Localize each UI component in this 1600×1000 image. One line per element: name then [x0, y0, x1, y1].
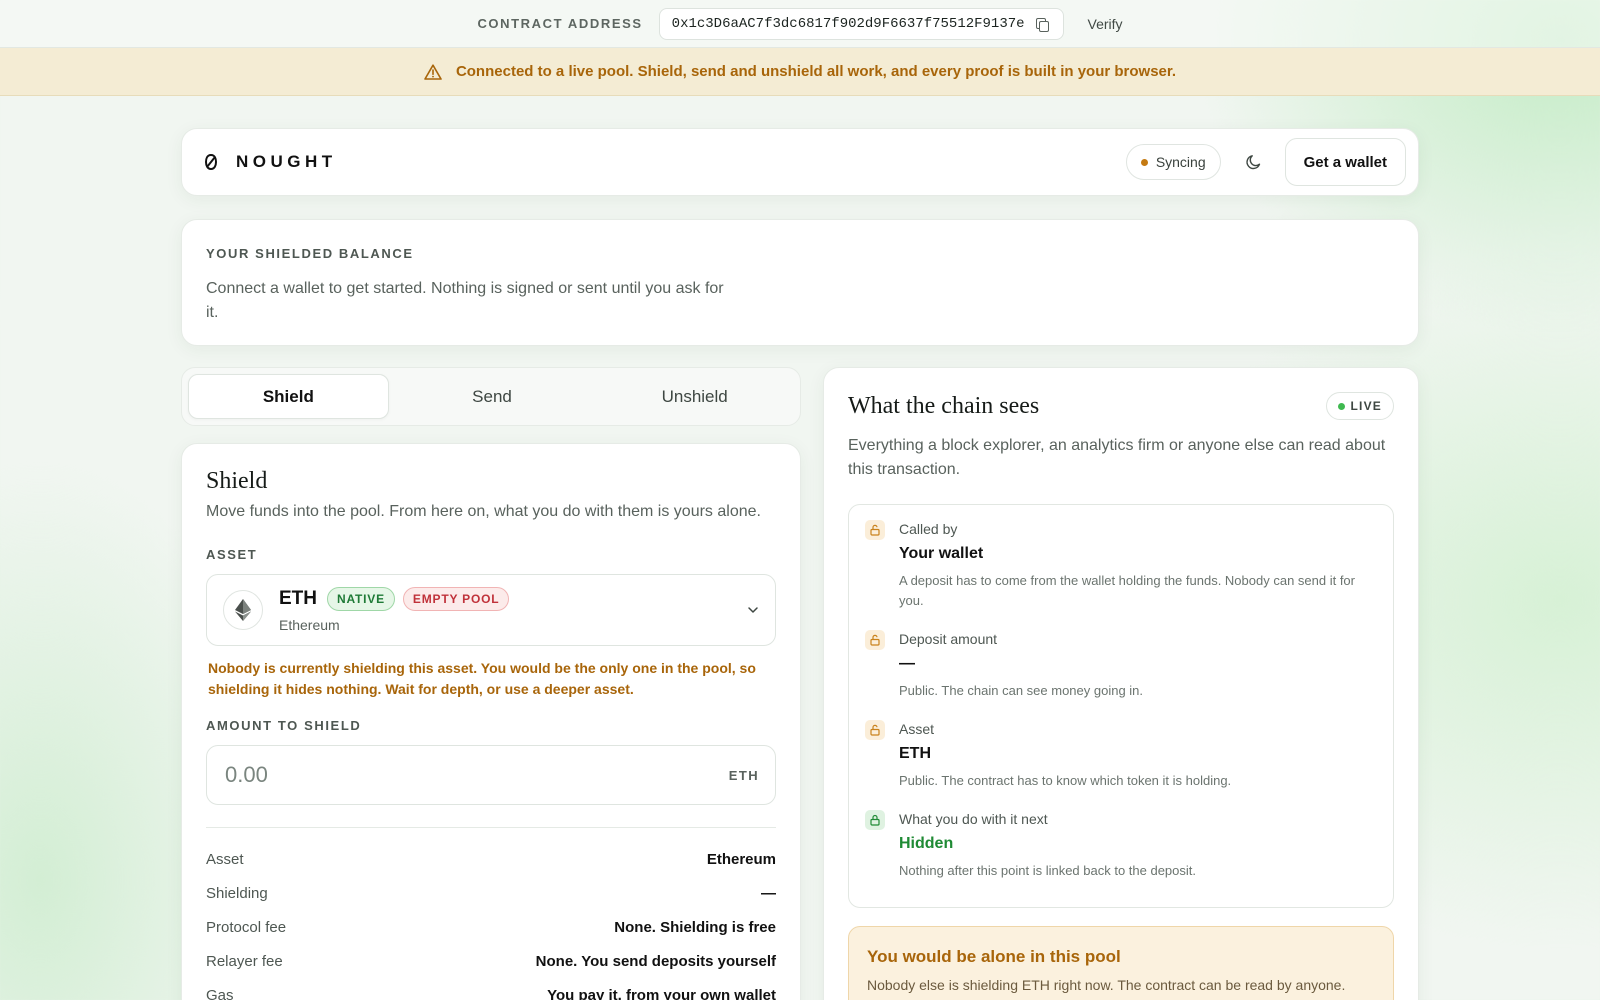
contract-address-label: CONTRACT ADDRESS	[477, 16, 643, 31]
brand-name[interactable]: NOUGHT	[236, 152, 337, 172]
summary-value: None. You send deposits yourself	[535, 952, 776, 970]
summary-row: Relayer fee None. You send deposits your…	[206, 944, 776, 978]
fact-key: Called by	[899, 521, 958, 537]
chain-title: What the chain sees	[848, 392, 1040, 419]
summary-key: Protocol fee	[206, 918, 287, 936]
tab-send[interactable]: Send	[393, 374, 592, 419]
tab-shield[interactable]: Shield	[188, 374, 389, 419]
warning-icon	[424, 63, 442, 80]
sync-status-label: Syncing	[1155, 154, 1206, 170]
asset-label: ASSET	[206, 547, 258, 562]
contract-address-field[interactable]: 0x1c3D6aAC7f3dc6817f902d9F6637f75512F913…	[658, 7, 1064, 40]
fact-value: ETH	[899, 745, 931, 762]
banner-text: Connected to a live pool. Shield, send a…	[455, 63, 1177, 80]
fact-row: What you do with it next Hidden Nothing …	[865, 810, 1377, 881]
amount-input[interactable]	[225, 762, 729, 788]
app-header: NOUGHT Syncing Get a wallet	[181, 128, 1419, 196]
chain-visibility-panel: What the chain sees LIVE Everything a bl…	[823, 367, 1419, 1000]
chevron-down-icon[interactable]	[747, 604, 759, 616]
fact-value: Your wallet	[899, 545, 984, 562]
summary-key: Asset	[206, 850, 244, 868]
chain-facts: Called by Your wallet A deposit has to c…	[848, 504, 1394, 908]
summary-value: —	[761, 884, 776, 902]
unlocked-icon	[865, 630, 885, 650]
live-dot	[1337, 402, 1345, 410]
fact-key: What you do with it next	[899, 811, 1048, 827]
summary-value: Ethereum	[706, 850, 776, 868]
alone-title: You would be alone in this pool	[867, 947, 1121, 966]
fact-row: Deposit amount — Public. The chain can s…	[865, 630, 1377, 701]
shield-summary: Asset Ethereum Shielding — Protocol fee …	[206, 842, 776, 1000]
balance-message: Connect a wallet to get started. Nothing…	[206, 280, 724, 321]
fact-note: A deposit has to come from the wallet ho…	[899, 573, 1355, 608]
fact-value: Hidden	[899, 835, 954, 852]
live-label: LIVE	[1350, 399, 1382, 413]
contract-address-value: 0x1c3D6aAC7f3dc6817f902d9F6637f75512F913…	[671, 15, 1025, 32]
fact-key: Asset	[899, 721, 935, 737]
summary-key: Gas	[206, 986, 234, 1000]
summary-value: You pay it, from your own wallet	[547, 986, 776, 1000]
asset-network: Ethereum	[279, 617, 340, 633]
amount-unit: ETH	[728, 767, 759, 783]
moon-icon[interactable]	[1245, 153, 1263, 171]
ethereum-icon	[223, 590, 263, 630]
shield-title: Shield	[206, 468, 268, 494]
summary-row: Asset Ethereum	[206, 842, 776, 876]
summary-divider	[206, 827, 776, 828]
shield-panel: Shield Move funds into the pool. From he…	[181, 443, 801, 1000]
sync-dot	[1140, 158, 1148, 166]
get-wallet-button[interactable]: Get a wallet	[1284, 138, 1406, 186]
fact-note: Public. The chain can see money going in…	[899, 683, 1144, 698]
alone-text: Nobody else is shielding ETH right now. …	[867, 977, 1346, 993]
summary-key: Shielding	[206, 884, 268, 902]
tab-unshield[interactable]: Unshield	[595, 374, 794, 419]
logo-icon	[204, 153, 218, 171]
fact-note: Nothing after this point is linked back …	[899, 863, 1197, 878]
shield-subtitle: Move funds into the pool. From here on, …	[206, 503, 761, 520]
native-badge: NATIVE	[327, 587, 395, 611]
empty-pool-badge: EMPTY POOL	[402, 587, 510, 611]
summary-value: None. Shielding is free	[614, 918, 776, 936]
live-badge: LIVE	[1325, 392, 1394, 420]
sync-status: Syncing	[1125, 144, 1221, 180]
chain-subtitle: Everything a block explorer, an analytic…	[848, 437, 1386, 478]
verify-link[interactable]: Verify	[1088, 16, 1123, 32]
alone-in-pool-notice: You would be alone in this pool Nobody e…	[848, 926, 1394, 1000]
fact-note: Public. The contract has to know which t…	[899, 773, 1232, 788]
amount-label: AMOUNT TO SHIELD	[206, 718, 362, 733]
unlocked-icon	[865, 720, 885, 740]
summary-row: Gas You pay it, from your own wallet	[206, 978, 776, 1000]
shielded-balance-card: YOUR SHIELDED BALANCE Connect a wallet t…	[181, 219, 1419, 346]
asset-select[interactable]: ETH NATIVE EMPTY POOL Ethereum	[206, 574, 776, 646]
fact-row: Called by Your wallet A deposit has to c…	[865, 520, 1377, 611]
fact-row: Asset ETH Public. The contract has to kn…	[865, 720, 1377, 791]
locked-icon	[865, 810, 885, 830]
summary-key: Relayer fee	[206, 952, 283, 970]
balance-label: YOUR SHIELDED BALANCE	[206, 246, 414, 261]
asset-symbol: ETH	[279, 588, 317, 609]
empty-pool-warning: Nobody is currently shielding this asset…	[208, 660, 756, 697]
copy-icon[interactable]	[1035, 17, 1049, 32]
action-tabs: Shield Send Unshield	[181, 367, 801, 426]
amount-field[interactable]: ETH	[206, 745, 776, 805]
summary-row: Protocol fee None. Shielding is free	[206, 910, 776, 944]
live-pool-banner: Connected to a live pool. Shield, send a…	[0, 48, 1600, 96]
summary-row: Shielding —	[206, 876, 776, 910]
contract-bar: CONTRACT ADDRESS 0x1c3D6aAC7f3dc6817f902…	[0, 0, 1600, 48]
fact-key: Deposit amount	[899, 631, 998, 647]
unlocked-icon	[865, 520, 885, 540]
fact-value: —	[899, 655, 915, 672]
